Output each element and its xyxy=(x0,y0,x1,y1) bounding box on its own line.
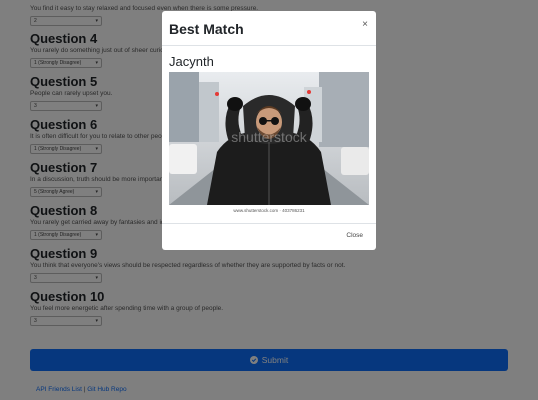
match-photo-image: shutterstock www.shutterstock.com · 4037… xyxy=(169,72,369,215)
photo-watermark: shutterstock xyxy=(231,129,307,145)
modal-body: Jacynth shutterstock www.shutterstock.co… xyxy=(162,46,376,224)
best-match-modal: Best Match × Jacynth shutterstock www.sh… xyxy=(162,11,376,250)
close-icon[interactable]: × xyxy=(362,19,368,30)
modal-title: Best Match xyxy=(169,21,244,37)
match-photo: shutterstock www.shutterstock.com · 4037… xyxy=(169,72,369,215)
match-name: Jacynth xyxy=(169,54,214,69)
close-button[interactable]: Close xyxy=(343,231,366,240)
modal-footer: Close xyxy=(162,224,376,250)
modal-header: Best Match × xyxy=(162,11,376,46)
photo-caption: www.shutterstock.com · 403786231 xyxy=(233,208,305,213)
